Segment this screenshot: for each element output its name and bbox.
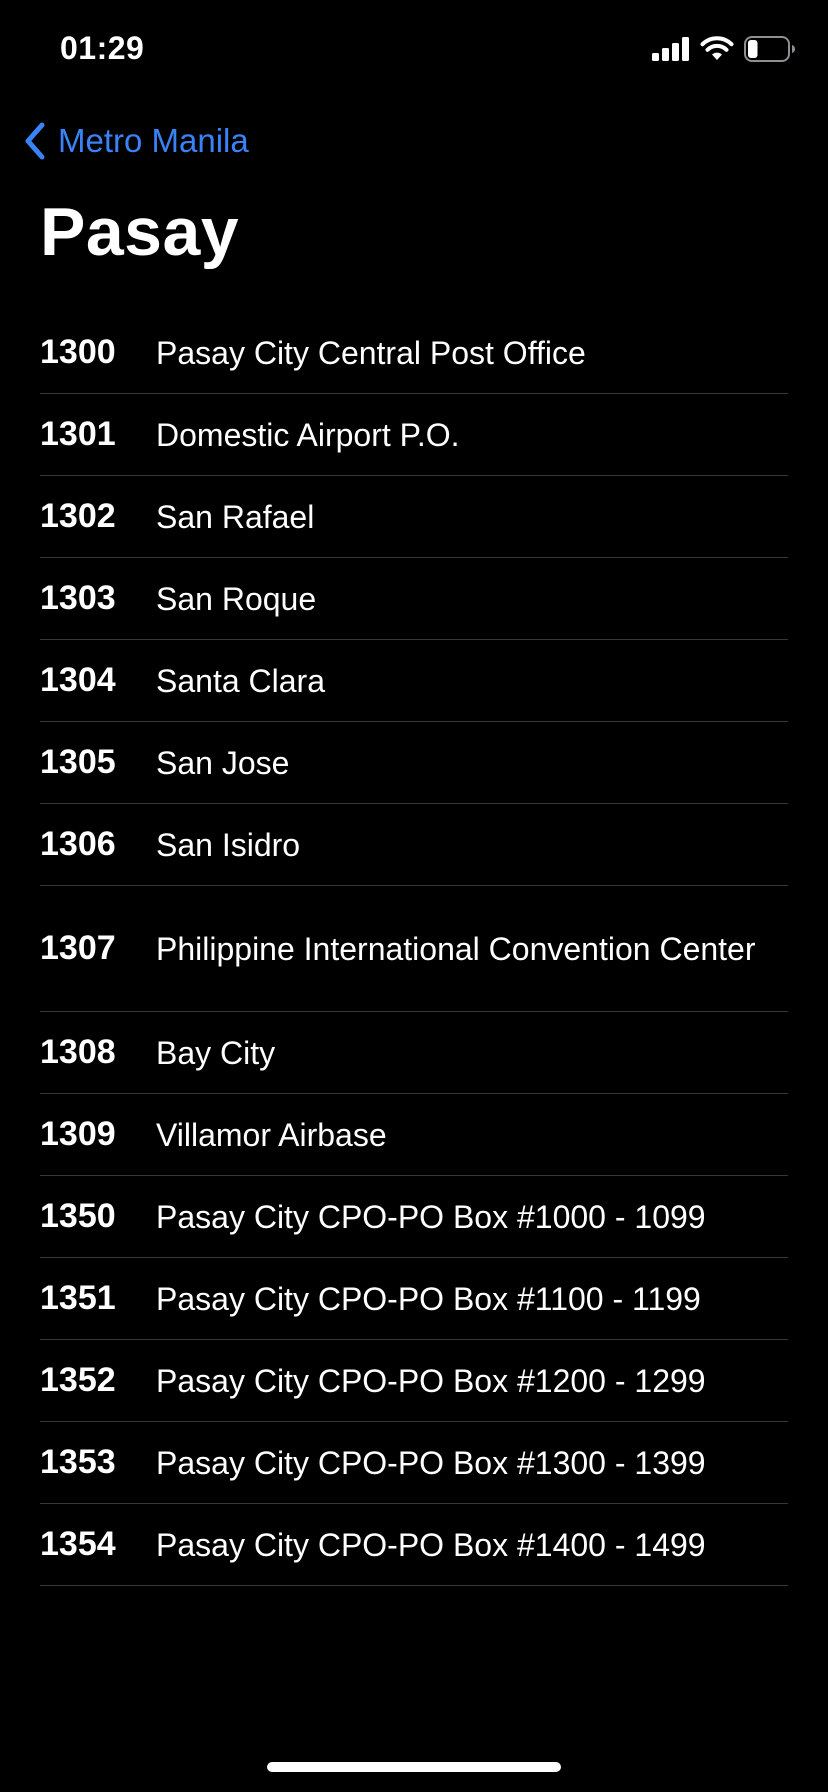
zip-row[interactable]: 1307 Philippine International Convention …: [40, 886, 788, 1012]
zip-code: 1306: [40, 825, 116, 863]
zip-row[interactable]: 1351 Pasay City CPO-PO Box #1100 - 1199: [40, 1258, 788, 1340]
page-title: Pasay: [40, 194, 240, 270]
zip-location-name: Pasay City CPO-PO Box #1300 - 1399: [156, 1444, 706, 1481]
zip-code: 1350: [40, 1197, 116, 1235]
chevron-left-icon: [25, 122, 45, 160]
zip-row[interactable]: 1309 Villamor Airbase: [40, 1094, 788, 1176]
zip-code: 1304: [40, 661, 116, 699]
zip-code: 1354: [40, 1525, 116, 1563]
zip-row[interactable]: 1304 Santa Clara: [40, 640, 788, 722]
zip-row[interactable]: 1308 Bay City: [40, 1012, 788, 1094]
zip-row[interactable]: 1305 San Jose: [40, 722, 788, 804]
zip-location-name: San Roque: [156, 580, 317, 617]
zip-row[interactable]: 1302 San Rafael: [40, 476, 788, 558]
zip-code: 1301: [40, 415, 116, 453]
zip-code-list: 1300 Pasay City Central Post Office 1301 Do…: [40, 312, 788, 1586]
zip-location-name: Pasay City CPO-PO Box #1000 - 1099: [156, 1198, 706, 1235]
zip-code: 1308: [40, 1033, 116, 1071]
status-time: 01:29: [60, 30, 145, 66]
zip-location-name: Pasay City CPO-PO Box #1400 - 1499: [156, 1526, 706, 1563]
zip-row[interactable]: 1306 San Isidro: [40, 804, 788, 886]
zip-location-name: Santa Clara: [156, 662, 325, 699]
zip-row[interactable]: 1353 Pasay City CPO-PO Box #1300 - 1399: [40, 1422, 788, 1504]
zip-row[interactable]: 1301 Domestic Airport P.O.: [40, 394, 788, 476]
zip-code: 1302: [40, 497, 116, 535]
zip-row[interactable]: 1352 Pasay City CPO-PO Box #1200 - 1299: [40, 1340, 788, 1422]
zip-location-name: Villamor Airbase: [156, 1116, 387, 1153]
zip-location-name: Pasay City Central Post Office: [156, 334, 586, 371]
zip-code: 1300: [40, 333, 116, 371]
zip-code: 1303: [40, 579, 116, 617]
zip-location-name: Domestic Airport P.O.: [156, 416, 460, 453]
zip-location-name: Pasay City CPO-PO Box #1100 - 1199: [156, 1280, 701, 1317]
home-indicator[interactable]: [267, 1762, 561, 1772]
zip-location-name: San Rafael: [156, 498, 315, 535]
back-button-label: Metro Manila: [58, 122, 249, 159]
zip-code: 1305: [40, 743, 116, 781]
back-button[interactable]: Metro Manila: [24, 118, 249, 164]
status-icons: [652, 34, 796, 64]
zip-code: 1309: [40, 1115, 116, 1153]
wifi-icon: [700, 36, 734, 60]
zip-location-name: San Jose: [156, 744, 290, 781]
zip-location-name: Philippine International Convention Cent…: [156, 930, 756, 967]
battery-icon: [744, 36, 795, 62]
zip-code: 1351: [40, 1279, 116, 1317]
zip-row[interactable]: 1350 Pasay City CPO-PO Box #1000 - 1099: [40, 1176, 788, 1258]
zip-row[interactable]: 1300 Pasay City Central Post Office: [40, 312, 788, 394]
cellular-signal-icon: [652, 37, 689, 61]
zip-location-name: Bay City: [156, 1034, 276, 1071]
zip-code: 1353: [40, 1443, 116, 1481]
zip-code: 1307: [40, 929, 116, 967]
zip-location-name: San Isidro: [156, 826, 301, 863]
zip-code: 1352: [40, 1361, 116, 1399]
zip-row[interactable]: 1303 San Roque: [40, 558, 788, 640]
status-bar: 01:29: [0, 0, 828, 100]
zip-row[interactable]: 1354 Pasay City CPO-PO Box #1400 - 1499: [40, 1504, 788, 1586]
zip-location-name: Pasay City CPO-PO Box #1200 - 1299: [156, 1362, 706, 1399]
